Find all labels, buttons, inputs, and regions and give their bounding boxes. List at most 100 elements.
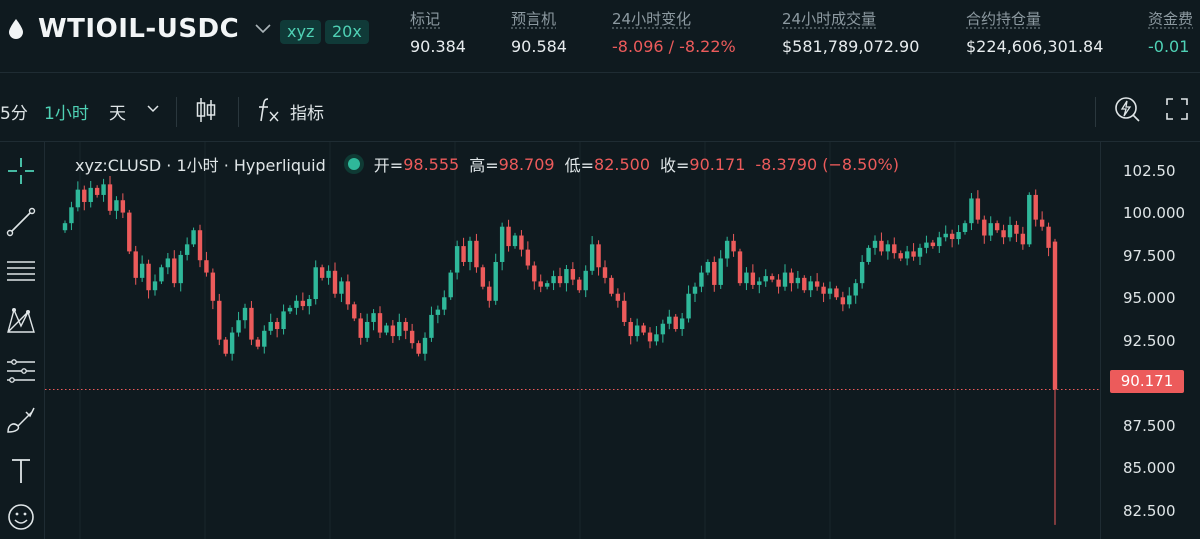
candle-body xyxy=(956,231,961,240)
candle-body xyxy=(480,267,486,287)
candle-body xyxy=(724,240,730,259)
legend-change: -8.3790 (−8.50%) xyxy=(755,154,899,174)
candle-body xyxy=(757,281,762,285)
legend-high: 98.709 xyxy=(498,154,555,174)
candle-body xyxy=(435,309,441,315)
candle-body xyxy=(634,325,640,337)
candle-body xyxy=(352,304,357,319)
leverage-badge[interactable]: 20x xyxy=(325,20,369,44)
brush-icon[interactable] xyxy=(4,404,38,438)
candle-body xyxy=(75,189,81,208)
candle-body xyxy=(397,321,402,337)
candle-body xyxy=(975,198,981,220)
fullscreen-icon[interactable] xyxy=(1165,97,1189,121)
crosshair-icon[interactable] xyxy=(4,154,38,188)
pattern-xabcd-icon[interactable] xyxy=(4,304,38,338)
candle-body xyxy=(847,295,852,305)
candle-body xyxy=(88,187,93,202)
candle-body xyxy=(268,321,273,331)
price-chart[interactable] xyxy=(45,142,1100,539)
candle-body xyxy=(917,247,923,257)
stat-open-interest: 合约持仓量 $224,606,301.84 xyxy=(966,10,1104,56)
replay-lightning-icon[interactable] xyxy=(1113,95,1141,123)
candle-body xyxy=(679,318,685,330)
market-status-dot xyxy=(347,158,360,170)
chevron-down-icon xyxy=(255,24,271,34)
candle-body xyxy=(969,198,974,224)
candle-body xyxy=(911,251,916,257)
candle-body xyxy=(339,281,344,294)
candlestick-type-icon[interactable] xyxy=(195,95,217,125)
price-axis[interactable]: 102.50 100.000 97.500 95.000 92.500 87.5… xyxy=(1100,142,1200,539)
interval-1h[interactable]: 1小时 xyxy=(44,99,89,124)
candle-body xyxy=(101,184,106,195)
dex-badge: xyz xyxy=(280,20,322,44)
candle-body xyxy=(924,242,929,248)
candle-body xyxy=(904,251,910,259)
y-tick: 95.000 xyxy=(1123,289,1176,307)
candle-body xyxy=(982,219,987,236)
candle-body xyxy=(454,246,460,273)
indicators-button[interactable]: 指标 xyxy=(290,99,324,124)
candle-body xyxy=(204,260,209,273)
fib-lines-icon[interactable] xyxy=(4,254,38,288)
chart-legend: xyz:CLUSD · 1小时 · Hyperliquid 开= 98.555 高… xyxy=(75,152,909,176)
candle-body xyxy=(988,223,993,236)
candle-body xyxy=(294,300,299,308)
function-fx-icon[interactable] xyxy=(256,96,282,124)
candle-body xyxy=(538,281,543,287)
candle-body xyxy=(1033,194,1038,220)
emoji-icon[interactable] xyxy=(4,500,38,534)
candle-body xyxy=(718,258,723,285)
y-tick: 92.500 xyxy=(1123,332,1176,350)
candle-body xyxy=(782,272,788,287)
candle-body xyxy=(602,267,608,278)
chevron-down-icon[interactable] xyxy=(147,105,159,113)
candle-body xyxy=(236,320,241,333)
candle-body xyxy=(744,272,749,284)
candle-body xyxy=(467,240,473,262)
candle-body xyxy=(69,207,74,224)
candle-body xyxy=(583,270,588,291)
symbol-selector[interactable]: WTIOIL-USDC xyxy=(8,14,271,44)
candle-body xyxy=(628,321,633,337)
interval-5m[interactable]: 5分 xyxy=(0,99,28,124)
candle-body xyxy=(139,263,145,278)
candle-body xyxy=(448,272,453,298)
candle-body xyxy=(249,307,254,340)
candle-body xyxy=(474,240,479,268)
candle-body xyxy=(461,246,466,262)
candle-body xyxy=(255,339,261,347)
candle-body xyxy=(802,277,807,291)
candle-body xyxy=(692,286,698,294)
candle-body xyxy=(551,276,556,284)
candle-body xyxy=(229,332,235,354)
legend-close: 90.171 xyxy=(689,154,746,174)
candle-body xyxy=(242,307,248,321)
candle-body xyxy=(596,244,601,268)
candle-body xyxy=(705,261,711,273)
candle-body xyxy=(866,247,871,262)
candle-body xyxy=(197,230,203,261)
candle-body xyxy=(274,321,280,330)
text-tool-icon[interactable] xyxy=(4,454,38,488)
candle-body xyxy=(834,288,839,298)
candle-body xyxy=(827,288,833,294)
candle-body xyxy=(930,242,936,247)
trend-line-icon[interactable] xyxy=(4,205,38,239)
interval-1d[interactable]: 天 xyxy=(109,99,126,124)
candle-body xyxy=(641,325,646,333)
candle-body xyxy=(223,339,228,354)
candle-body xyxy=(577,279,582,291)
candle-body xyxy=(345,281,351,305)
candle-body xyxy=(287,307,293,312)
candle-body xyxy=(499,226,505,262)
candle-body xyxy=(943,233,948,238)
candle-body xyxy=(133,251,138,278)
candle-body xyxy=(1020,233,1026,245)
candle-body xyxy=(178,254,183,284)
candle-body xyxy=(493,261,498,301)
candle-body xyxy=(1039,219,1045,227)
candle-body xyxy=(853,283,858,296)
forecast-ruler-icon[interactable] xyxy=(4,354,38,388)
